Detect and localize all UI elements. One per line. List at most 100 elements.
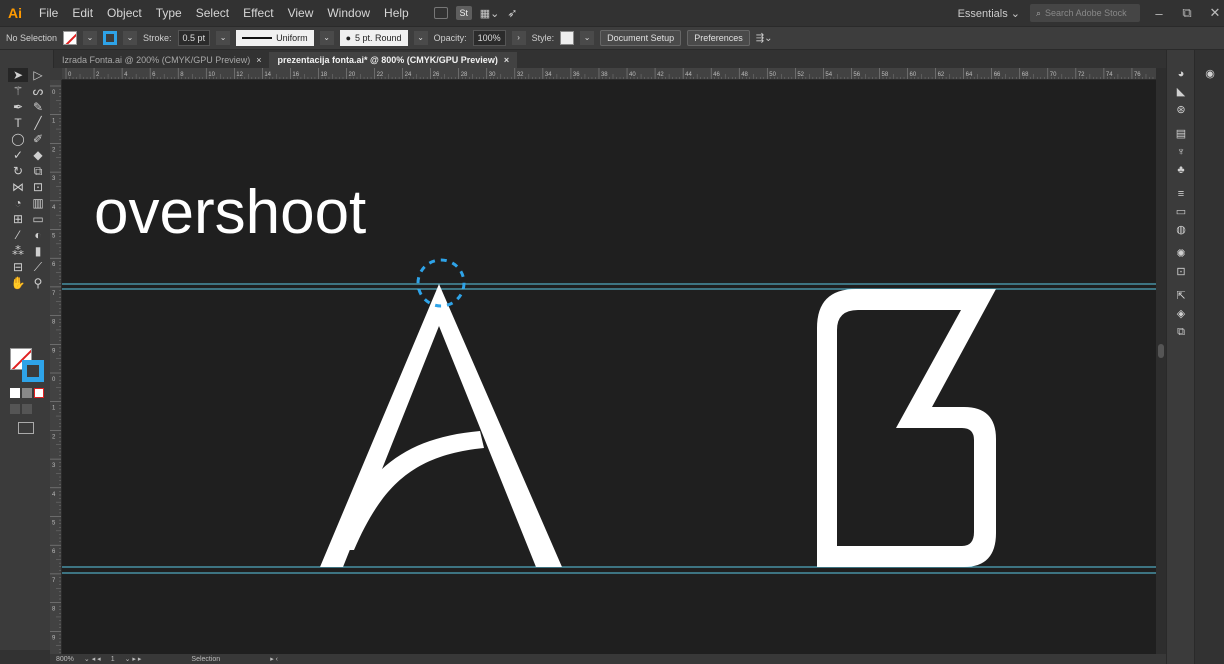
horizontal-ruler[interactable]: 0 2 4 6 8 10 12 14 16 18 20 22 24 26 28 30 32 34 36 38 40 42 4… bbox=[62, 68, 1156, 80]
fill-dropdown-icon[interactable]: ⌄ bbox=[83, 31, 98, 45]
paintbrush-tool-icon[interactable]: ✐ bbox=[28, 132, 48, 146]
eyedropper-tool-icon[interactable]: ⁄ bbox=[8, 228, 28, 242]
symbol-sprayer-tool-icon[interactable]: ⁂ bbox=[8, 244, 28, 258]
stroke-weight-field[interactable]: 0.5 pt bbox=[177, 30, 211, 46]
current-tool-status[interactable]: Selection bbox=[191, 656, 220, 663]
image-trace-icon[interactable]: ▤ bbox=[1174, 128, 1188, 140]
direct-selection-tool-icon[interactable]: ▷ bbox=[28, 68, 48, 82]
layers-panel-icon[interactable]: ◈ bbox=[1174, 308, 1188, 320]
scale-tool-icon[interactable]: ⧉ bbox=[28, 164, 48, 178]
magic-wand-tool-icon[interactable]: ⚚ bbox=[8, 84, 28, 98]
fill-swatch[interactable] bbox=[63, 31, 78, 45]
zoom-level[interactable]: 800% bbox=[56, 656, 74, 663]
bridge-icon[interactable] bbox=[433, 7, 448, 19]
gradient-tool-icon[interactable]: ▭ bbox=[28, 212, 48, 226]
menu-file[interactable]: File bbox=[39, 6, 58, 20]
type-tool-icon[interactable]: T bbox=[8, 116, 28, 130]
stroke-weight-dropdown-icon[interactable]: ⌄ bbox=[216, 31, 231, 45]
overshoot-heading[interactable]: overshoot bbox=[94, 178, 366, 247]
style-swatch[interactable] bbox=[560, 31, 575, 45]
screen-mode-icon[interactable] bbox=[18, 422, 34, 434]
gpu-performance-icon[interactable]: ➶ bbox=[507, 6, 517, 20]
none-mode-icon[interactable] bbox=[34, 388, 44, 398]
opacity-arrow-icon[interactable]: › bbox=[511, 31, 526, 45]
vertical-ruler[interactable]: 0 1 2 3 4 5 6 7 8 9 0 1 2 3 4 5 6 7 8 9 bbox=[50, 80, 62, 654]
artboards-panel-icon[interactable]: ⧉ bbox=[1174, 326, 1188, 338]
color-mode-icon[interactable] bbox=[10, 388, 20, 398]
stock-icon[interactable]: St bbox=[455, 6, 472, 20]
perspective-grid-tool-icon[interactable]: ▥ bbox=[28, 196, 48, 210]
stroke-color-icon[interactable] bbox=[22, 360, 44, 382]
hand-tool-icon[interactable]: ✋ bbox=[8, 276, 28, 290]
fill-stroke-widget[interactable] bbox=[10, 348, 44, 382]
style-dropdown-icon[interactable]: ⌄ bbox=[580, 31, 595, 45]
free-transform-tool-icon[interactable]: ⊡ bbox=[28, 180, 48, 194]
slice-tool-icon[interactable]: ⟋ bbox=[28, 260, 48, 274]
puppet-icon[interactable]: ♆ bbox=[1174, 146, 1188, 158]
status-arrow-icon[interactable]: ▸ ‹ bbox=[270, 655, 278, 663]
brush-dropdown-icon[interactable]: ⌄ bbox=[413, 31, 428, 45]
rotate-tool-icon[interactable]: ↻ bbox=[8, 164, 28, 178]
close-tab-icon[interactable]: × bbox=[504, 52, 509, 68]
curvature-tool-icon[interactable]: ✎ bbox=[28, 100, 48, 114]
profile-dropdown-icon[interactable]: ⌄ bbox=[319, 31, 334, 45]
blend-tool-icon[interactable]: ◐ bbox=[28, 228, 48, 242]
draw-behind-icon[interactable] bbox=[22, 404, 32, 414]
cc-libraries-icon[interactable]: ⊛ bbox=[1174, 104, 1188, 116]
arrange-documents-icon[interactable]: ▦⌄ bbox=[480, 7, 500, 20]
selection-tool-icon[interactable]: ➤ bbox=[8, 68, 28, 82]
scroll-thumb[interactable] bbox=[1158, 344, 1164, 358]
close-tab-icon[interactable]: × bbox=[256, 52, 261, 68]
minimize-button[interactable]: – bbox=[1150, 6, 1168, 21]
brush-definition[interactable]: ● 5 pt. Round bbox=[339, 30, 408, 46]
transparency-panel-icon[interactable]: ◍ bbox=[1174, 224, 1188, 236]
artboard-tool-icon[interactable]: ⊟ bbox=[8, 260, 28, 274]
restore-button[interactable]: ⧉ bbox=[1178, 5, 1196, 21]
color-guide-icon[interactable]: ◣ bbox=[1174, 86, 1188, 98]
zoom-dropdown-icon[interactable]: ⌄ ◂ ◂ bbox=[84, 655, 101, 663]
menu-object[interactable]: Object bbox=[107, 6, 142, 20]
menu-edit[interactable]: Edit bbox=[72, 6, 93, 20]
column-graph-tool-icon[interactable]: ▮ bbox=[28, 244, 48, 258]
eraser-tool-icon[interactable]: ◆ bbox=[28, 148, 48, 162]
close-button[interactable]: ✕ bbox=[1206, 5, 1224, 21]
preferences-button[interactable]: Preferences bbox=[687, 30, 750, 46]
menu-type[interactable]: Type bbox=[156, 6, 182, 20]
zoom-tool-icon[interactable]: ⚲ bbox=[28, 276, 48, 290]
ruler-origin[interactable] bbox=[50, 68, 62, 80]
artboard-number[interactable]: 1 bbox=[111, 656, 115, 663]
menu-window[interactable]: Window bbox=[327, 6, 370, 20]
properties-panel-icon[interactable]: ◉ bbox=[1203, 68, 1217, 80]
menu-select[interactable]: Select bbox=[196, 6, 229, 20]
vertical-scrollbar[interactable] bbox=[1156, 68, 1166, 654]
draw-normal-icon[interactable] bbox=[10, 404, 20, 414]
stroke-swatch[interactable] bbox=[103, 31, 118, 45]
workspace-switcher[interactable]: Essentials ⌄ bbox=[958, 7, 1020, 20]
shape-builder-tool-icon[interactable]: ◔ bbox=[8, 196, 28, 210]
gradient-panel-icon[interactable]: ▭ bbox=[1174, 206, 1188, 218]
symbols-icon[interactable]: ♣ bbox=[1174, 164, 1188, 176]
asset-export-icon[interactable]: ⇱ bbox=[1174, 290, 1188, 302]
opacity-field[interactable]: 100% bbox=[472, 30, 506, 46]
stroke-dropdown-icon[interactable]: ⌄ bbox=[123, 31, 138, 45]
artboard-nav-icon[interactable]: ⌄ ▸ ▸ bbox=[125, 655, 142, 663]
arrange-icon[interactable]: ⇶⌄ bbox=[756, 33, 773, 44]
menu-help[interactable]: Help bbox=[384, 6, 409, 20]
pen-tool-icon[interactable]: ✒ bbox=[8, 100, 28, 114]
stock-search-input[interactable]: ⌕ Search Adobe Stock bbox=[1030, 4, 1140, 22]
width-tool-icon[interactable]: ⋈ bbox=[8, 180, 28, 194]
lasso-tool-icon[interactable]: ᔕ bbox=[28, 84, 48, 98]
mesh-tool-icon[interactable]: ⊞ bbox=[8, 212, 28, 226]
ellipse-tool-icon[interactable]: ◯ bbox=[8, 132, 28, 146]
stroke-panel-icon[interactable]: ≡ bbox=[1174, 188, 1188, 200]
line-tool-icon[interactable]: ╱ bbox=[28, 116, 48, 130]
color-panel-icon[interactable]: ◕ bbox=[1174, 68, 1188, 80]
menu-view[interactable]: View bbox=[288, 6, 314, 20]
artboard-canvas[interactable]: overshoot bbox=[62, 80, 1156, 654]
menu-effect[interactable]: Effect bbox=[243, 6, 273, 20]
graphic-styles-icon[interactable]: ⊡ bbox=[1174, 266, 1188, 278]
shaper-tool-icon[interactable]: ✓ bbox=[8, 148, 28, 162]
document-setup-button[interactable]: Document Setup bbox=[600, 30, 682, 46]
variable-width-profile[interactable]: Uniform bbox=[236, 30, 314, 46]
gradient-mode-icon[interactable] bbox=[22, 388, 32, 398]
